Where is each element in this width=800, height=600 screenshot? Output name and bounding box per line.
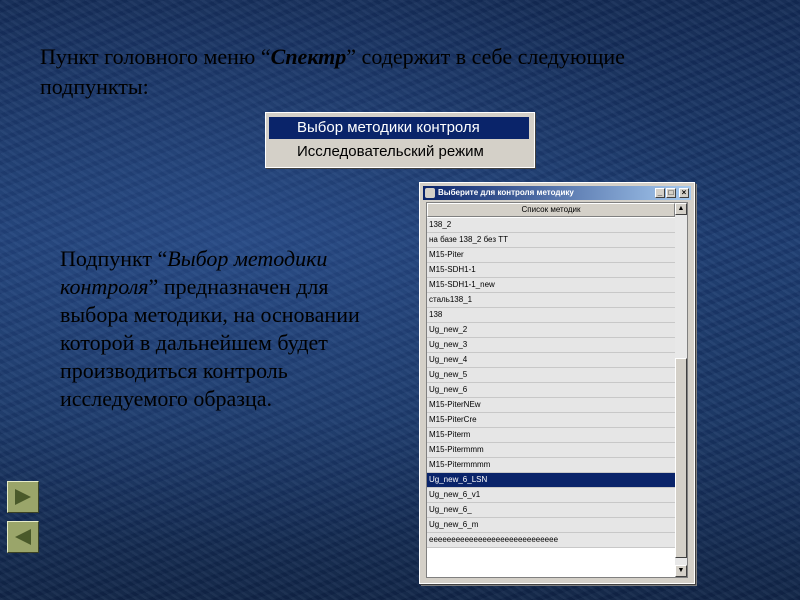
heading-text-prefix: Пункт головного меню “: [40, 44, 271, 69]
menu-item-research-mode[interactable]: Исследовательский режим: [269, 141, 529, 163]
list-item[interactable]: Ug_new_6_LSN: [427, 473, 675, 488]
method-list[interactable]: Список методик 138_2 на базе 138_2 без ТТ…: [426, 202, 688, 578]
list-item[interactable]: M15-PiterNEw: [427, 398, 675, 413]
prev-slide-button[interactable]: [7, 521, 39, 553]
list-item[interactable]: Ug_new_6_m: [427, 518, 675, 533]
list-item[interactable]: сталь138_1: [427, 293, 675, 308]
list-item[interactable]: M15-PiterCre: [427, 413, 675, 428]
column-header[interactable]: Список методик: [427, 203, 675, 217]
slide-body-text: Подпункт “Выбор методики контроля” предн…: [60, 245, 360, 413]
list-item[interactable]: M15-SDH1-1: [427, 263, 675, 278]
triangle-right-icon: [15, 489, 31, 505]
list-item[interactable]: 138_2: [427, 218, 675, 233]
list-item[interactable]: Ug_new_2: [427, 323, 675, 338]
triangle-left-icon: [15, 529, 31, 545]
list-item[interactable]: M15-Pitermmmm: [427, 458, 675, 473]
app-icon: [425, 188, 435, 198]
menu-item-select-method[interactable]: Выбор методики контроля: [269, 117, 529, 139]
list-item[interactable]: на базе 138_2 без ТТ: [427, 233, 675, 248]
close-button[interactable]: ×: [679, 188, 689, 198]
list-item[interactable]: M15-Pitermmm: [427, 443, 675, 458]
list-item[interactable]: Ug_new_3: [427, 338, 675, 353]
list-item[interactable]: eeeeeeeeeeeeeeeeeeeeeeeeeeeee: [427, 533, 675, 548]
minimize-button[interactable]: _: [655, 188, 665, 198]
body-text-prefix: Подпункт “: [60, 246, 168, 271]
heading-menu-name: Спектр: [270, 44, 347, 69]
list-item[interactable]: Ug_new_6_: [427, 503, 675, 518]
list-item[interactable]: Ug_new_4: [427, 353, 675, 368]
scroll-down-icon[interactable]: ▼: [675, 565, 687, 577]
vertical-scrollbar[interactable]: ▲ ▼: [675, 203, 687, 577]
list-item[interactable]: 138: [427, 308, 675, 323]
spectrum-submenu: Выбор методики контроля Исследовательски…: [265, 112, 535, 168]
list-item[interactable]: M15-Piter: [427, 248, 675, 263]
list-item[interactable]: M15-Piterm: [427, 428, 675, 443]
scroll-up-icon[interactable]: ▲: [675, 203, 687, 215]
dialog-title: Выберите для контроля методику: [438, 188, 574, 197]
list-item[interactable]: Ug_new_5: [427, 368, 675, 383]
slide-heading: Пункт головного меню “Спектр” содержит в…: [40, 42, 640, 102]
maximize-button[interactable]: □: [666, 188, 676, 198]
list-item[interactable]: Ug_new_6: [427, 383, 675, 398]
scroll-thumb[interactable]: [675, 358, 687, 558]
list-item[interactable]: Ug_new_6_v1: [427, 488, 675, 503]
method-list-rows: 138_2 на базе 138_2 без ТТ M15-Piter M15-SD…: [427, 218, 675, 548]
list-item[interactable]: M15-SDH1-1_new: [427, 278, 675, 293]
dialog-titlebar[interactable]: Выберите для контроля методику _ □ ×: [423, 186, 691, 200]
next-slide-button[interactable]: [7, 481, 39, 513]
method-select-dialog: Выберите для контроля методику _ □ × Спи…: [419, 182, 695, 584]
